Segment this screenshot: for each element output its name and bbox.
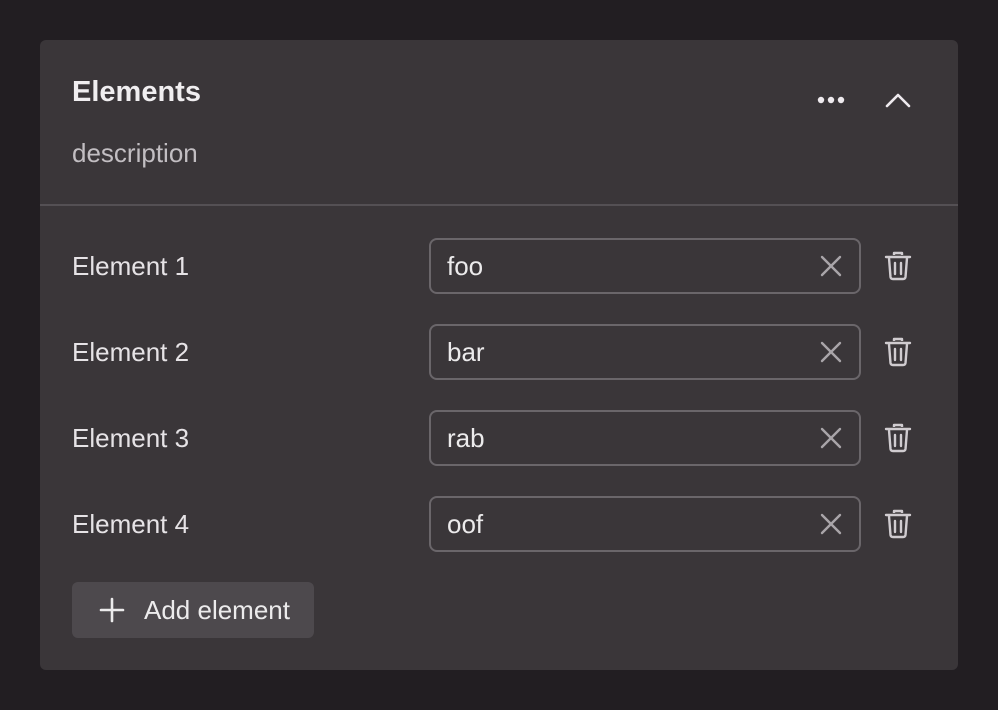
- more-horizontal-icon: [817, 96, 845, 104]
- clear-button[interactable]: [813, 334, 849, 370]
- delete-element-button[interactable]: [876, 242, 920, 290]
- element-value-input[interactable]: [447, 412, 807, 464]
- delete-element-button[interactable]: [876, 500, 920, 548]
- collapse-button[interactable]: [874, 76, 922, 124]
- add-element-button[interactable]: Add element: [72, 582, 314, 638]
- element-field: [429, 410, 861, 466]
- element-value-input[interactable]: [447, 498, 807, 550]
- element-label: Element 2: [72, 337, 190, 367]
- trash-icon: [884, 423, 912, 453]
- more-options-button[interactable]: [808, 76, 856, 124]
- add-element-label: Add element: [144, 594, 290, 625]
- trash-icon: [884, 251, 912, 281]
- element-label: Element 1: [72, 251, 190, 281]
- delete-element-button[interactable]: [876, 414, 920, 462]
- element-field: [429, 238, 861, 294]
- plus-icon: [98, 596, 126, 624]
- close-icon: [820, 341, 842, 363]
- panel-title: Elements: [72, 76, 201, 108]
- element-value-input[interactable]: [447, 240, 807, 292]
- element-label: Element 4: [72, 509, 190, 539]
- element-row: Element 4: [40, 496, 958, 552]
- element-value-input[interactable]: [447, 326, 807, 378]
- chevron-up-icon: [885, 93, 911, 108]
- element-field: [429, 496, 861, 552]
- panel-description: description: [72, 138, 198, 168]
- element-row: Element 1: [40, 238, 958, 294]
- trash-icon: [884, 337, 912, 367]
- elements-panel: Elements description Element 1 foo Eleme…: [40, 40, 958, 670]
- clear-button[interactable]: [813, 506, 849, 542]
- close-icon: [820, 513, 842, 535]
- delete-element-button[interactable]: [876, 328, 920, 376]
- trash-icon: [884, 509, 912, 539]
- clear-button[interactable]: [813, 248, 849, 284]
- element-row: Element 3: [40, 410, 958, 466]
- panel-header: Elements description: [40, 40, 958, 206]
- clear-button[interactable]: [813, 420, 849, 456]
- element-field: [429, 324, 861, 380]
- close-icon: [820, 427, 842, 449]
- element-label: Element 3: [72, 423, 190, 453]
- close-icon: [820, 255, 842, 277]
- element-row: Element 2: [40, 324, 958, 380]
